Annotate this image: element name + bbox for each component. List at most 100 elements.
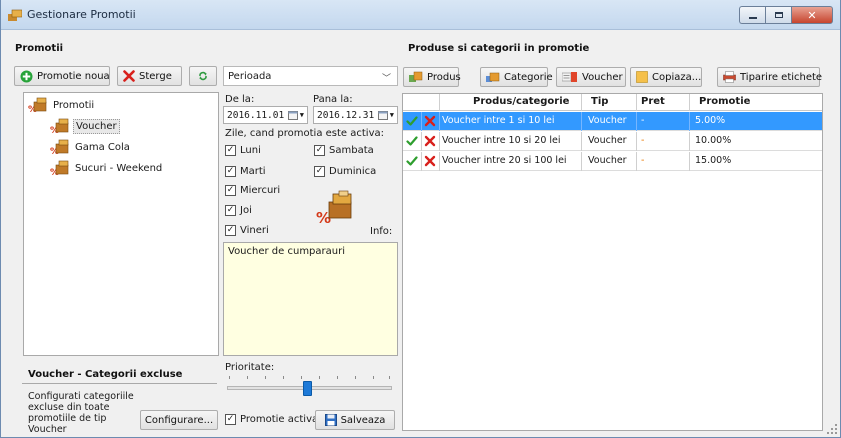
active-days-label: Zile, cand promotia este activa:: [225, 128, 384, 139]
refresh-icon: [199, 71, 207, 81]
day-marti-checkbox[interactable]: ✓ Marti: [225, 166, 266, 177]
add-product-label: Produs: [427, 71, 461, 83]
cell-type: Voucher: [588, 135, 627, 146]
checkbox-checked-icon: ✓: [314, 145, 325, 156]
delete-promotion-button[interactable]: Sterge: [117, 66, 182, 86]
window-title: Gestionare Promotii: [27, 8, 136, 21]
column-header-product[interactable]: Produs/categorie: [473, 96, 569, 107]
promotion-box-icon: %: [50, 139, 69, 155]
print-labels-button[interactable]: Tiparire etichete: [717, 67, 823, 87]
day-sambata-label: Sambata: [329, 145, 374, 156]
tree-item-gama-cola[interactable]: % Gama Cola: [50, 139, 132, 155]
cell-price: -: [641, 115, 645, 126]
promotion-box-icon: %: [50, 118, 69, 134]
column-header-type[interactable]: Tip: [591, 96, 608, 107]
info-label: Info:: [370, 226, 393, 237]
end-date-picker[interactable]: 2016.12.31 ▼: [313, 106, 398, 124]
promotions-section-title: Promotii: [15, 43, 64, 54]
excluded-categories-text: Configurati categoriile excluse din toat…: [28, 391, 134, 435]
save-button[interactable]: Salveaza: [315, 410, 395, 430]
day-duminica-label: Duminica: [329, 166, 377, 177]
tree-item-sucuri-weekend[interactable]: % Sucuri - Weekend: [50, 160, 164, 176]
end-date-value: 2016.12.31: [317, 109, 375, 121]
promotion-box-icon: %: [316, 190, 352, 226]
cell-product: Voucher intre 20 si 100 lei: [442, 155, 567, 166]
checkmark-icon[interactable]: [406, 155, 418, 167]
info-text: Voucher de cumparauri: [228, 246, 345, 257]
save-button-label: Salveaza: [340, 414, 386, 426]
day-vineri-checkbox[interactable]: ✓ Vineri: [225, 225, 269, 236]
table-row[interactable]: Voucher intre 1 si 10 lei Voucher - 5.00%: [403, 112, 822, 131]
cell-price: -: [641, 135, 645, 146]
close-icon: ✕: [807, 8, 817, 22]
cell-promotion: 15.00%: [695, 155, 732, 166]
title-bar: Gestionare Promotii ✕: [1, 0, 840, 30]
resize-grip-icon[interactable]: [827, 424, 837, 434]
promotions-window: Gestionare Promotii ✕ Promotii Promotie …: [0, 0, 841, 438]
table-row[interactable]: Voucher intre 10 si 20 lei Voucher - 10.00%: [403, 132, 822, 151]
minimize-icon: [748, 16, 757, 19]
copy-icon: [636, 71, 648, 83]
promotion-box-icon: %: [50, 160, 69, 176]
tree-item-root[interactable]: % Promotii: [28, 97, 96, 113]
calendar-icon: ▼: [287, 110, 304, 120]
day-joi-label: Joi: [240, 205, 252, 216]
close-button[interactable]: ✕: [791, 6, 833, 24]
day-duminica-checkbox[interactable]: ✓ Duminica: [314, 166, 376, 177]
column-header-promotion[interactable]: Promotie: [699, 96, 750, 107]
table-row[interactable]: Voucher intre 20 si 100 lei Voucher - 15.00…: [403, 152, 822, 171]
new-promotion-button[interactable]: Promotie noua: [14, 66, 110, 86]
period-select-value: Perioada: [228, 70, 272, 82]
promotion-active-checkbox[interactable]: ✓ Promotie activa: [225, 414, 318, 425]
excluded-categories-title: Voucher - Categorii excluse: [28, 369, 183, 380]
maximize-icon: [774, 12, 783, 18]
delete-icon[interactable]: [424, 135, 436, 147]
promotions-tree[interactable]: % Promotii % Voucher % Gama Cola % Sucur…: [23, 92, 219, 356]
add-category-button[interactable]: Categorie: [480, 67, 553, 87]
grid-header: Produs/categorie Tip Pret Promotie: [403, 94, 822, 111]
cell-product: Voucher intre 1 si 10 lei: [442, 115, 555, 126]
delete-icon[interactable]: [424, 155, 436, 167]
maximize-button[interactable]: [765, 6, 791, 24]
info-textarea[interactable]: Voucher de cumparauri: [223, 242, 398, 356]
cell-price: -: [641, 155, 645, 166]
excluded-divider: [22, 383, 217, 384]
checkbox-checked-icon: ✓: [225, 414, 236, 425]
delete-icon[interactable]: [424, 115, 436, 127]
refresh-button[interactable]: [189, 66, 217, 86]
app-icon: [8, 9, 22, 21]
promotion-box-icon: %: [28, 97, 47, 113]
start-date-label: De la:: [225, 94, 255, 105]
copy-label: Copiaza...: [652, 71, 702, 83]
copy-button[interactable]: Copiaza...: [630, 67, 702, 87]
period-select[interactable]: Perioada ﹀: [223, 66, 398, 86]
slider-thumb[interactable]: [303, 381, 312, 396]
add-product-button[interactable]: Produs: [403, 67, 461, 87]
checkbox-checked-icon: ✓: [225, 145, 236, 156]
day-joi-checkbox[interactable]: ✓ Joi: [225, 205, 252, 216]
product-icon: [409, 71, 423, 82]
start-date-picker[interactable]: 2016.11.01 ▼: [223, 106, 308, 124]
print-labels-label: Tiparire etichete: [740, 71, 823, 83]
checkbox-checked-icon: ✓: [225, 225, 236, 236]
tree-item-voucher[interactable]: % Voucher: [50, 118, 120, 134]
add-voucher-button[interactable]: Voucher: [556, 67, 626, 87]
tree-item-gama-cola-label: Gama Cola: [75, 141, 130, 153]
checkmark-icon[interactable]: [406, 115, 418, 127]
cell-product: Voucher intre 10 si 20 lei: [442, 135, 561, 146]
day-sambata-checkbox[interactable]: ✓ Sambata: [314, 145, 374, 156]
minimize-button[interactable]: [739, 6, 765, 24]
column-header-price[interactable]: Pret: [641, 96, 665, 107]
products-grid[interactable]: Produs/categorie Tip Pret Promotie Vouch…: [402, 93, 823, 431]
day-luni-checkbox[interactable]: ✓ Luni: [225, 145, 261, 156]
day-miercuri-checkbox[interactable]: ✓ Miercuri: [225, 185, 280, 196]
configure-button-label: Configurare...: [144, 414, 214, 426]
priority-slider[interactable]: [227, 376, 392, 396]
priority-label: Prioritate:: [225, 362, 275, 373]
configure-button[interactable]: Configurare...: [140, 410, 218, 430]
checkmark-icon[interactable]: [406, 135, 418, 147]
cell-type: Voucher: [588, 115, 627, 126]
window-controls: ✕: [739, 6, 833, 24]
checkbox-checked-icon: ✓: [225, 166, 236, 177]
new-promotion-label: Promotie noua: [37, 70, 110, 82]
